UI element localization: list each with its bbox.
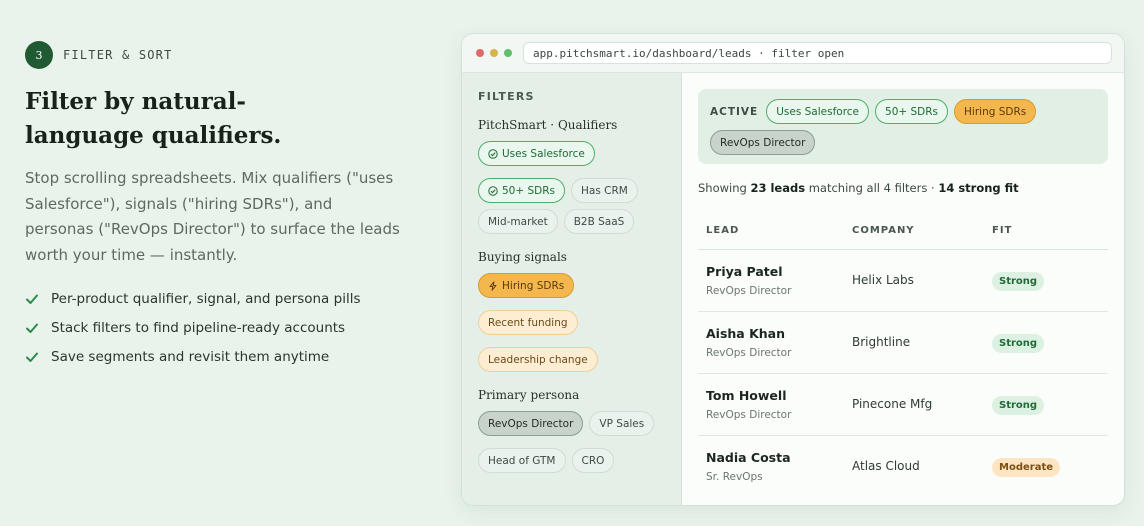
pill-50-sdrs[interactable]: 50+ SDRs [478,178,566,203]
signal-pills: Hiring SDRs Recent funding Leadership ch… [478,273,665,372]
lead-name: Nadia Costa [706,449,791,465]
lead-name: Aisha Khan [706,325,786,341]
company-cell: Atlas Cloud [852,459,920,474]
feature-text: Stack filters to find pipeline-ready acc… [51,319,346,336]
section-headline: Filter by natural-language qualifiers. [25,88,282,149]
signals-group-title: Buying signals [478,250,567,264]
active-filters-bar: ACTIVE Uses Salesforce 50+ SDRs Hiring S… [698,89,1108,164]
summary-strong-fit: 14 strong fit [938,181,1019,195]
lead-role: Sr. RevOps [706,470,763,483]
active-pill-50-sdrs[interactable]: 50+ SDRs [875,99,949,124]
check-circle-icon [488,148,498,159]
lead-cell: Tom Howell RevOps Director [698,373,844,436]
pill-cro[interactable]: CRO [571,448,615,473]
persona-pills: RevOps Director VP Sales Head of GTM CRO [478,411,665,473]
lead-cell: Nadia Costa Sr. RevOps [698,435,844,497]
section-description: Stop scrolling spreadsheets. Mix qualifi… [25,169,400,264]
lead-name: Priya Patel [706,263,783,279]
company-cell: Pinecone Mfg [844,373,984,436]
fit-cell: Strong [984,249,1108,312]
pill-has-crm[interactable]: Has CRM [571,178,638,203]
check-icon [26,323,38,333]
active-filters-label: ACTIVE [710,105,759,118]
feature-list: Per-product qualifier, signal, and perso… [25,284,425,371]
lead-name: Tom Howell [706,387,787,403]
close-window-dot[interactable] [476,49,484,57]
leads-panel: ACTIVE Uses Salesforce 50+ SDRs Hiring S… [682,73,1124,505]
pill-recent-funding[interactable]: Recent funding [478,310,578,335]
qualifiers-group-title: PitchSmart · Qualifiers [478,118,618,132]
fit-cell: Strong [984,373,1108,436]
feature-section: 3 FILTER & SORT Filter by natural-langua… [25,41,425,371]
pill-uses-salesforce[interactable]: Uses Salesforce [478,141,595,166]
fit-badge: Strong [992,334,1045,353]
fit-badge: Strong [992,396,1045,415]
step-label: FILTER & SORT [63,48,173,62]
address-bar[interactable]: app.pitchsmart.io/dashboard/leads · filt… [523,42,1112,64]
summary-prefix: Showing [698,181,751,195]
lead-role: RevOps Director [706,284,792,297]
summary-middle: matching all 4 filters · [805,181,939,195]
table-header-row: LEAD COMPANY FIT [698,213,1108,250]
active-pill-hiring-sdrs[interactable]: Hiring SDRs [954,99,1037,124]
active-pill-revops-director[interactable]: RevOps Director [710,130,816,155]
pill-label: Hiring SDRs [502,279,565,292]
column-header-lead[interactable]: LEAD [698,213,844,250]
check-icon [26,294,38,304]
minimize-window-dot[interactable] [490,49,498,57]
table-row[interactable]: Tom Howell RevOps Director Pinecone Mfg … [698,373,1108,436]
table-row[interactable]: Nadia Costa Sr. RevOps Atlas Cloud Moder… [698,435,1108,497]
table-row[interactable]: Aisha Khan RevOps Director Brightline St… [698,311,1108,374]
pill-head-of-gtm[interactable]: Head of GTM [478,448,566,473]
step-number-badge: 3 [25,41,53,69]
feature-item: Save segments and revisit them anytime [25,342,425,371]
pill-vp-sales[interactable]: VP Sales [589,411,655,436]
filters-title: FILTERS [478,90,535,103]
step-header: 3 FILTER & SORT [25,41,425,69]
filters-sidebar: FILTERS PitchSmart · Qualifiers Uses Sal… [462,73,682,505]
company-cell: Helix Labs [844,249,984,312]
lead-cell: Aisha Khan RevOps Director [698,311,844,374]
fit-badge: Moderate [992,458,1061,478]
fit-cell: Moderate [984,435,1108,497]
pill-revops-director[interactable]: RevOps Director [478,411,584,436]
pill-label: 50+ SDRs [502,184,556,197]
check-circle-icon [488,185,498,196]
pill-label: Uses Salesforce [502,147,585,160]
pill-hiring-sdrs[interactable]: Hiring SDRs [478,273,575,298]
lead-role: RevOps Director [706,408,792,421]
feature-item: Stack filters to find pipeline-ready acc… [25,313,425,342]
browser-titlebar: app.pitchsmart.io/dashboard/leads · filt… [462,34,1124,73]
lead-cell: Priya Patel RevOps Director [698,249,844,312]
leads-table: LEAD COMPANY FIT Priya Patel RevOps Dire… [698,213,1108,497]
company-cell: Brightline [844,311,984,374]
pill-leadership-change[interactable]: Leadership change [478,347,598,372]
feature-text: Save segments and revisit them anytime [51,348,330,365]
feature-text: Per-product qualifier, signal, and perso… [51,290,361,307]
results-summary: Showing 23 leads matching all 4 filters … [698,181,1108,195]
qualifier-pills: Uses Salesforce 50+ SDRs Has CRM Mid-mar… [478,141,665,234]
active-pill-uses-salesforce[interactable]: Uses Salesforce [766,99,870,124]
check-icon [26,352,38,362]
browser-window: app.pitchsmart.io/dashboard/leads · filt… [461,33,1125,506]
persona-group-title: Primary persona [478,388,580,402]
lightning-icon [489,280,497,291]
pill-b2b-saas[interactable]: B2B SaaS [563,209,635,234]
feature-item: Per-product qualifier, signal, and perso… [25,284,425,313]
fit-badge: Strong [992,272,1045,291]
column-header-fit[interactable]: FIT [984,213,1108,250]
maximize-window-dot[interactable] [504,49,512,57]
summary-count: 23 leads [750,181,806,195]
column-header-company[interactable]: COMPANY [844,213,984,250]
table-row[interactable]: Priya Patel RevOps Director Helix Labs S… [698,249,1108,312]
fit-cell: Strong [984,311,1108,374]
lead-role: RevOps Director [706,346,792,359]
pill-mid-market[interactable]: Mid-market [478,209,558,234]
